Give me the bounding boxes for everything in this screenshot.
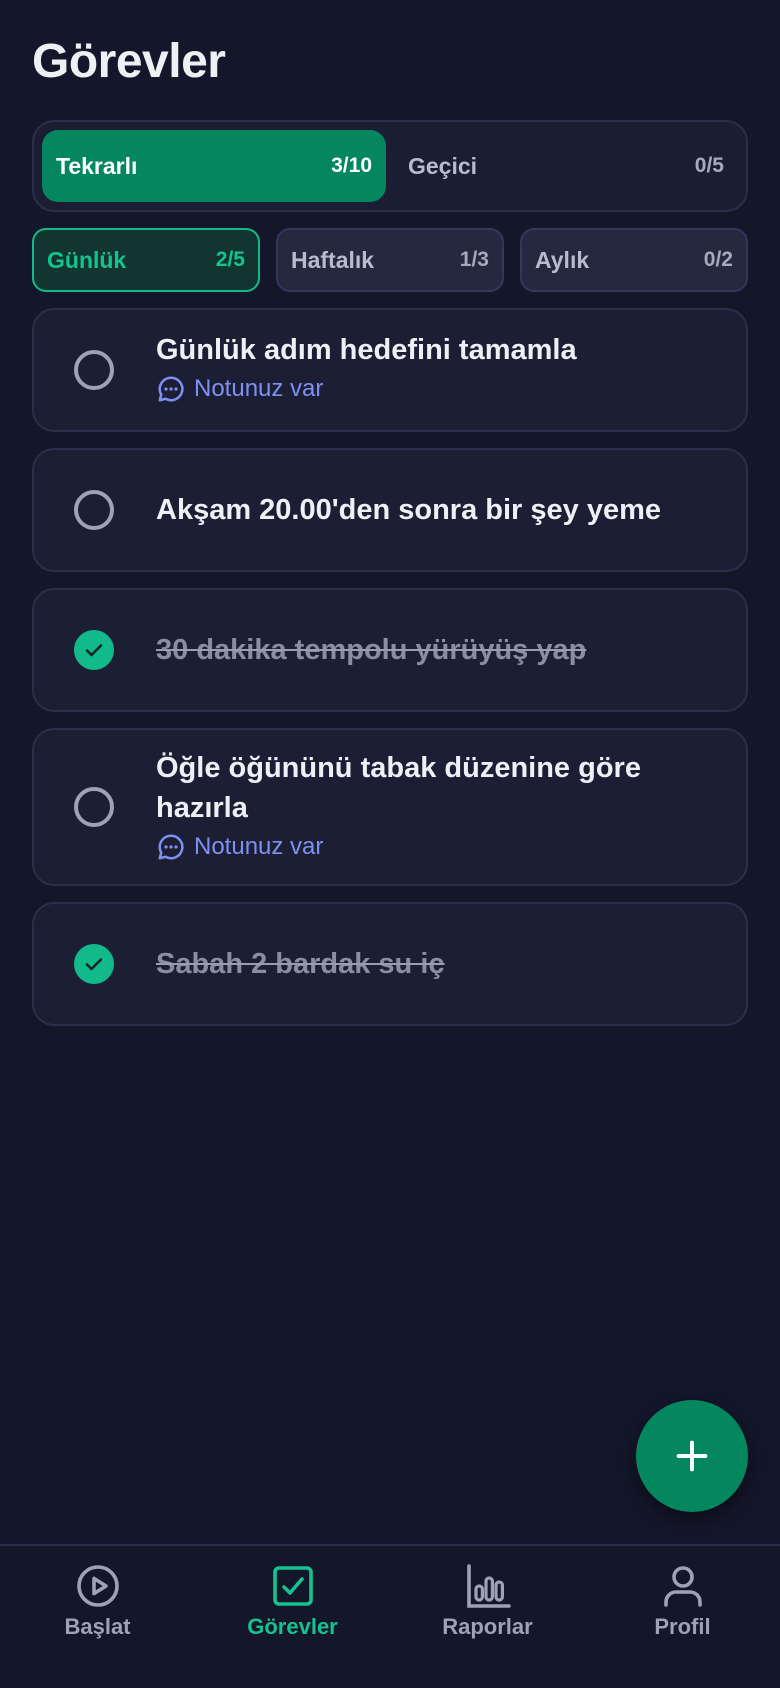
user-icon xyxy=(663,1566,702,1607)
chip-label: Günlük xyxy=(47,246,127,273)
chat-bubble-icon xyxy=(158,834,184,860)
period-filter: Günlük 2/5 Haftalık 1/3 Aylık 0/2 xyxy=(32,228,748,292)
checkbox-icon xyxy=(272,1566,313,1606)
chat-bubble-icon xyxy=(158,376,184,402)
chip-count: 1/3 xyxy=(459,248,489,271)
task-item[interactable]: Günlük adım hedefini tamamla Notunuz var xyxy=(32,308,748,432)
add-task-button[interactable] xyxy=(636,1400,748,1512)
task-title: 30 dakika tempolu yürüyüş yap xyxy=(156,634,587,666)
task-item[interactable]: 30 dakika tempolu yürüyüş yap xyxy=(32,588,748,712)
task-checkbox[interactable] xyxy=(74,944,114,984)
segment-count: 0/5 xyxy=(694,154,724,177)
page-title: Görevler xyxy=(32,35,226,88)
chip-daily[interactable]: Günlük 2/5 xyxy=(32,228,260,292)
task-title: Akşam 20.00'den sonra bir şey yeme xyxy=(156,494,662,526)
task-checkbox[interactable] xyxy=(74,630,114,670)
task-checkbox[interactable] xyxy=(74,490,114,530)
chip-count: 2/5 xyxy=(215,248,245,271)
task-title: Öğle öğününü tabak düzenine göre hazırla xyxy=(156,752,641,824)
chip-label: Haftalık xyxy=(291,246,375,273)
task-note[interactable]: Notunuz var xyxy=(156,374,722,404)
nav-tasks[interactable]: Görevler xyxy=(195,1546,390,1688)
chip-monthly[interactable]: Aylık 0/2 xyxy=(520,228,748,292)
nav-profile[interactable]: Profil xyxy=(585,1546,780,1688)
segment-label: Tekrarlı xyxy=(56,152,138,179)
segment-count: 3/10 xyxy=(331,154,372,177)
task-note[interactable]: Notunuz var xyxy=(156,832,722,862)
nav-label: Görevler xyxy=(247,1614,338,1639)
task-type-segment: Tekrarlı 3/10 Geçici 0/5 xyxy=(32,120,748,212)
segment-recurring[interactable]: Tekrarlı 3/10 xyxy=(42,130,386,202)
bottom-nav: Başlat Görevler Raporlar Profil xyxy=(0,1544,780,1688)
segment-label: Geçici xyxy=(408,152,478,179)
task-content: Sabah 2 bardak su iç xyxy=(156,944,722,984)
segment-temporary[interactable]: Geçici 0/5 xyxy=(394,130,738,202)
task-item[interactable]: Öğle öğününü tabak düzenine göre hazırla… xyxy=(32,728,748,886)
task-content: Akşam 20.00'den sonra bir şey yeme xyxy=(156,490,722,530)
task-checkbox[interactable] xyxy=(74,350,114,390)
chip-count: 0/2 xyxy=(703,248,733,271)
tasks-screen: Görevler Tekrarlı 3/10 Geçici 0/5 Günlük… xyxy=(0,0,780,1688)
nav-reports[interactable]: Raporlar xyxy=(390,1546,585,1688)
nav-label: Raporlar xyxy=(442,1614,533,1639)
nav-label: Başlat xyxy=(64,1614,131,1639)
note-label: Notunuz var xyxy=(194,833,324,860)
play-circle-icon xyxy=(76,1565,119,1607)
nav-label: Profil xyxy=(654,1614,711,1639)
task-item[interactable]: Akşam 20.00'den sonra bir şey yeme xyxy=(32,448,748,572)
task-checkbox[interactable] xyxy=(74,787,114,827)
nav-start[interactable]: Başlat xyxy=(0,1546,195,1688)
bar-chart-icon xyxy=(466,1564,511,1608)
plus-icon xyxy=(676,1440,708,1472)
checkmark-icon xyxy=(85,958,103,971)
note-label: Notunuz var xyxy=(194,375,324,402)
chip-label: Aylık xyxy=(535,246,590,273)
task-content: Öğle öğününü tabak düzenine göre hazırla… xyxy=(156,748,722,862)
task-title: Sabah 2 bardak su iç xyxy=(156,948,445,980)
task-content: Günlük adım hedefini tamamla Notunuz var xyxy=(156,330,722,404)
chip-weekly[interactable]: Haftalık 1/3 xyxy=(276,228,504,292)
checkmark-icon xyxy=(85,644,103,657)
task-title: Günlük adım hedefini tamamla xyxy=(156,334,577,366)
task-content: 30 dakika tempolu yürüyüş yap xyxy=(156,630,722,670)
task-item[interactable]: Sabah 2 bardak su iç xyxy=(32,902,748,1026)
